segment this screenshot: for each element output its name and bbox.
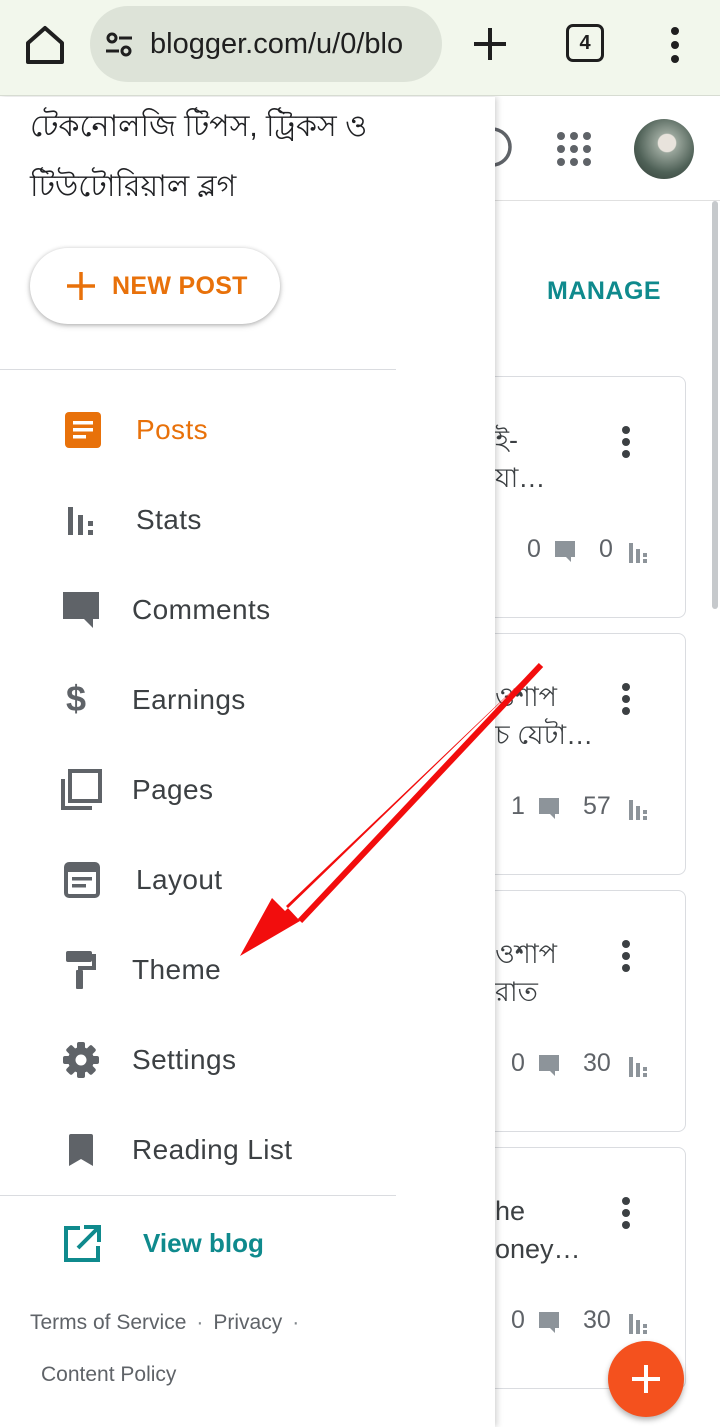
- reading-list-icon: [69, 1134, 93, 1166]
- post-title: ই- যা…: [495, 425, 546, 493]
- nav-label: Earnings: [132, 684, 246, 715]
- nav-label: Theme: [132, 954, 222, 985]
- views-icon: [629, 543, 647, 563]
- comment-count: 1: [511, 792, 525, 820]
- separator: ·: [292, 1311, 300, 1334]
- view-count: 30: [583, 1306, 611, 1334]
- post-stats: 1 57: [471, 792, 685, 822]
- site-settings-icon[interactable]: [104, 29, 134, 59]
- post-menu-icon[interactable]: [619, 939, 633, 973]
- new-post-fab[interactable]: [608, 1341, 684, 1417]
- plus-icon: [632, 1365, 660, 1393]
- post-card[interactable]: ওশাপ চ যেটা… 1 57: [470, 633, 686, 875]
- posts-icon: [65, 412, 101, 448]
- stats-icon: [68, 507, 93, 535]
- manage-link[interactable]: MANAGE: [547, 277, 661, 306]
- comment-icon: [555, 541, 575, 562]
- nav-item-theme[interactable]: Theme: [0, 930, 396, 1010]
- views-icon: [629, 1057, 647, 1077]
- view-count: 30: [583, 1049, 611, 1077]
- post-menu-icon[interactable]: [619, 425, 633, 459]
- views-icon: [629, 800, 647, 820]
- nav-item-earnings[interactable]: $ Earnings: [0, 660, 396, 740]
- comment-count: 0: [527, 535, 541, 563]
- home-icon[interactable]: [22, 22, 68, 68]
- nav-item-settings[interactable]: Settings: [0, 1020, 396, 1100]
- nav-label: Comments: [132, 594, 271, 625]
- new-post-label: NEW POST: [112, 271, 248, 300]
- nav-label: Posts: [136, 414, 209, 445]
- address-bar[interactable]: blogger.com/u/0/blo: [90, 6, 442, 82]
- post-stats: 0 30: [471, 1306, 685, 1336]
- pages-icon: [61, 769, 102, 810]
- post-stats: 0 30: [471, 1049, 685, 1079]
- theme-icon: [66, 951, 96, 989]
- nav-label: Settings: [132, 1044, 237, 1075]
- open-in-new-icon: [64, 1225, 101, 1262]
- more-options-icon[interactable]: [660, 22, 690, 68]
- apps-grid-icon[interactable]: [556, 131, 592, 167]
- post-stats: 0 0: [471, 535, 685, 565]
- nav-item-stats[interactable]: Stats: [0, 480, 396, 560]
- comment-count: 0: [511, 1306, 525, 1334]
- views-icon: [629, 1314, 647, 1334]
- nav-item-pages[interactable]: Pages: [0, 750, 396, 830]
- comments-icon: [63, 592, 99, 628]
- view-count: 57: [583, 792, 611, 820]
- content-policy-link[interactable]: Content Policy: [41, 1349, 176, 1401]
- comment-icon: [539, 798, 559, 819]
- avatar[interactable]: [634, 119, 694, 179]
- settings-icon: [63, 1042, 99, 1078]
- nav-item-reading-list[interactable]: Reading List: [0, 1110, 396, 1190]
- nav-item-layout[interactable]: Layout: [0, 840, 396, 920]
- divider: [0, 1195, 396, 1196]
- footer-links: Terms of Service · Privacy · Content Policy: [30, 1297, 470, 1401]
- blog-title[interactable]: টেকনোলজি টিপস, ট্রিকস ও টিউটোরিয়াল ব্লগ: [30, 97, 470, 217]
- nav-label: Reading List: [132, 1134, 293, 1165]
- plus-icon: [67, 272, 95, 300]
- divider: [0, 369, 396, 370]
- terms-link[interactable]: Terms of Service: [30, 1297, 186, 1349]
- post-title: ওশাপ চ যেটা…: [495, 682, 594, 750]
- nav-item-comments[interactable]: Comments: [0, 570, 396, 650]
- browser-toolbar: blogger.com/u/0/blo 4: [0, 0, 720, 96]
- nav-label: Stats: [136, 504, 202, 535]
- nav-item-posts[interactable]: Posts: [0, 390, 396, 470]
- view-count: 0: [599, 535, 613, 563]
- separator: ·: [196, 1311, 204, 1334]
- post-title: he oney…: [495, 1196, 581, 1264]
- new-post-button[interactable]: NEW POST: [30, 248, 280, 324]
- nav-label: Layout: [136, 864, 223, 895]
- scrollbar[interactable]: [712, 201, 718, 609]
- post-menu-icon[interactable]: [619, 1196, 633, 1230]
- url-text: blogger.com/u/0/blo: [150, 27, 404, 60]
- comment-count: 0: [511, 1049, 525, 1077]
- layout-icon: [64, 862, 100, 898]
- post-menu-icon[interactable]: [619, 682, 633, 716]
- post-card[interactable]: ই- যা… 0 0: [470, 376, 686, 618]
- post-card[interactable]: ওশাপ রাত 0 30: [470, 890, 686, 1132]
- navigation-drawer: টেকনোলজি টিপস, ট্রিকস ও টিউটোরিয়াল ব্লগ…: [0, 97, 495, 1427]
- comment-icon: [539, 1312, 559, 1333]
- privacy-link[interactable]: Privacy: [213, 1297, 282, 1349]
- comment-icon: [539, 1055, 559, 1076]
- view-blog-link[interactable]: View blog: [0, 1200, 396, 1280]
- post-title: ওশাপ রাত: [495, 939, 558, 1007]
- earnings-icon: $: [66, 678, 87, 719]
- nav-label: Pages: [132, 774, 214, 805]
- view-blog-label: View blog: [143, 1228, 264, 1258]
- tab-switcher-button[interactable]: 4: [566, 24, 604, 62]
- new-tab-icon[interactable]: [468, 22, 512, 66]
